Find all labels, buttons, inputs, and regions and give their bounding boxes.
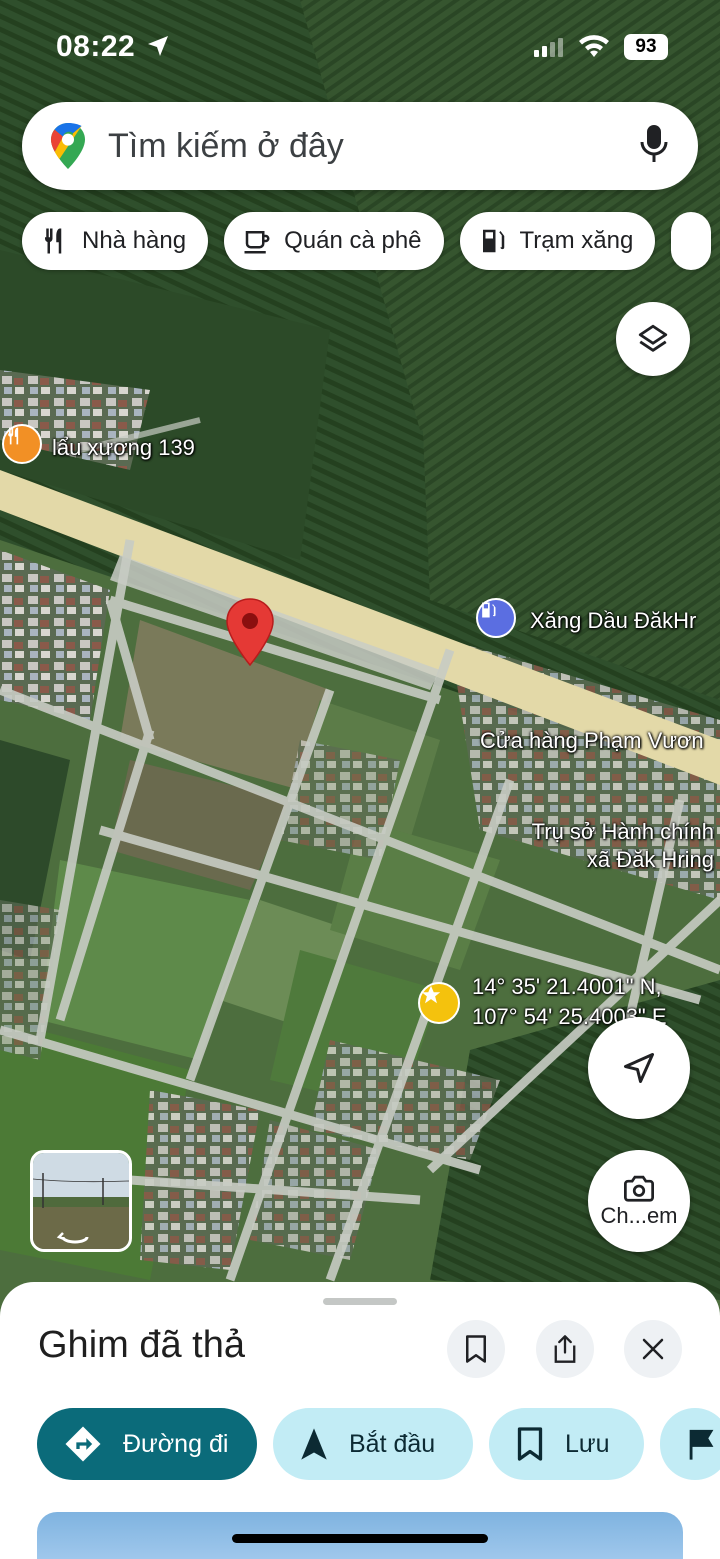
chip-cafes-label: Quán cà phê: [284, 227, 422, 254]
home-indicator[interactable]: [232, 1534, 488, 1543]
dropped-pin-icon[interactable]: [224, 597, 276, 667]
sheet-title: Ghim đã thả: [38, 1324, 245, 1366]
share-icon: [554, 1335, 576, 1363]
coffee-cup-icon: [242, 226, 272, 256]
save-button[interactable]: Lưu: [489, 1408, 644, 1480]
restaurant-label[interactable]: lẩu xương 139: [52, 434, 195, 462]
start-label: Bắt đầu: [349, 1429, 436, 1458]
signal-icon: [534, 38, 563, 57]
camera-search-label: Ch...em: [600, 1203, 678, 1228]
action-buttons: Đường đi Bắt đầu Lưu: [37, 1408, 720, 1480]
bookmark-icon: [466, 1335, 486, 1363]
navigation-start-icon: [299, 1427, 329, 1461]
star-marker-icon[interactable]: [418, 982, 460, 1024]
admin-office-label-line2: xã Đăk Hring: [586, 847, 714, 872]
chip-restaurants-label: Nhà hàng: [82, 227, 187, 254]
chip-cafes[interactable]: Quán cà phê: [224, 212, 444, 270]
chip-restaurants[interactable]: Nhà hàng: [22, 212, 209, 270]
category-chips: Nhà hàng Quán cà phê Trạm xăng: [22, 212, 712, 270]
close-icon: [642, 1338, 664, 1360]
location-arrow-icon: [148, 36, 169, 56]
my-location-button[interactable]: [588, 1017, 690, 1119]
directions-icon: [63, 1424, 103, 1464]
coordinates-lat: 14° 35' 21.4001" N,: [472, 974, 662, 999]
search-input[interactable]: [108, 126, 578, 166]
gas-station-poi-icon[interactable]: [476, 598, 516, 638]
status-icons: 93: [534, 34, 668, 60]
navigation-arrow-icon: [624, 1053, 654, 1083]
microphone-icon[interactable]: [640, 124, 668, 166]
street-view-thumbnail[interactable]: [30, 1150, 132, 1252]
admin-office-label-line1: Trụ sở Hành chính: [531, 819, 714, 844]
gas-pump-icon: [478, 226, 508, 256]
flag-icon: [686, 1427, 716, 1461]
layers-button[interactable]: [616, 302, 690, 376]
camera-icon: [624, 1175, 654, 1202]
camera-search-button[interactable]: Ch...em: [588, 1150, 690, 1252]
sheet-drag-handle[interactable]: [323, 1298, 397, 1305]
status-time-text: 08:22: [56, 30, 136, 63]
save-bookmark-icon: [515, 1426, 545, 1462]
search-bar[interactable]: [22, 102, 698, 190]
bookmark-button[interactable]: [447, 1320, 505, 1378]
place-bottom-sheet[interactable]: Ghim đã thả Đường đi Bắt đầu Lưu: [0, 1282, 720, 1559]
chip-more[interactable]: [671, 212, 712, 270]
battery-indicator: 93: [624, 34, 668, 60]
shop-label[interactable]: Cửa hàng Phạm Vươn: [480, 727, 704, 755]
start-button[interactable]: Bắt đầu: [273, 1408, 473, 1480]
chip-gas-stations[interactable]: Trạm xăng: [459, 212, 656, 270]
directions-button[interactable]: Đường đi: [37, 1408, 257, 1480]
google-maps-logo-icon: [51, 123, 85, 169]
admin-office-label[interactable]: Trụ sở Hành chính xã Đăk Hring: [532, 818, 714, 874]
street-view-image: [33, 1153, 129, 1249]
gas-station-label[interactable]: Xăng Dầu ĐăkHr: [530, 607, 696, 635]
close-button[interactable]: [624, 1320, 682, 1378]
flag-button[interactable]: [660, 1408, 720, 1480]
wifi-icon: [579, 35, 609, 57]
directions-label: Đường đi: [123, 1429, 229, 1458]
layers-icon: [638, 324, 668, 352]
chip-gas-stations-label: Trạm xăng: [519, 227, 634, 254]
status-time: 08:22: [56, 30, 170, 64]
save-label: Lưu: [565, 1429, 610, 1458]
share-button[interactable]: [536, 1320, 594, 1378]
restaurant-poi-icon[interactable]: [2, 424, 42, 464]
fork-knife-icon: [40, 226, 70, 256]
